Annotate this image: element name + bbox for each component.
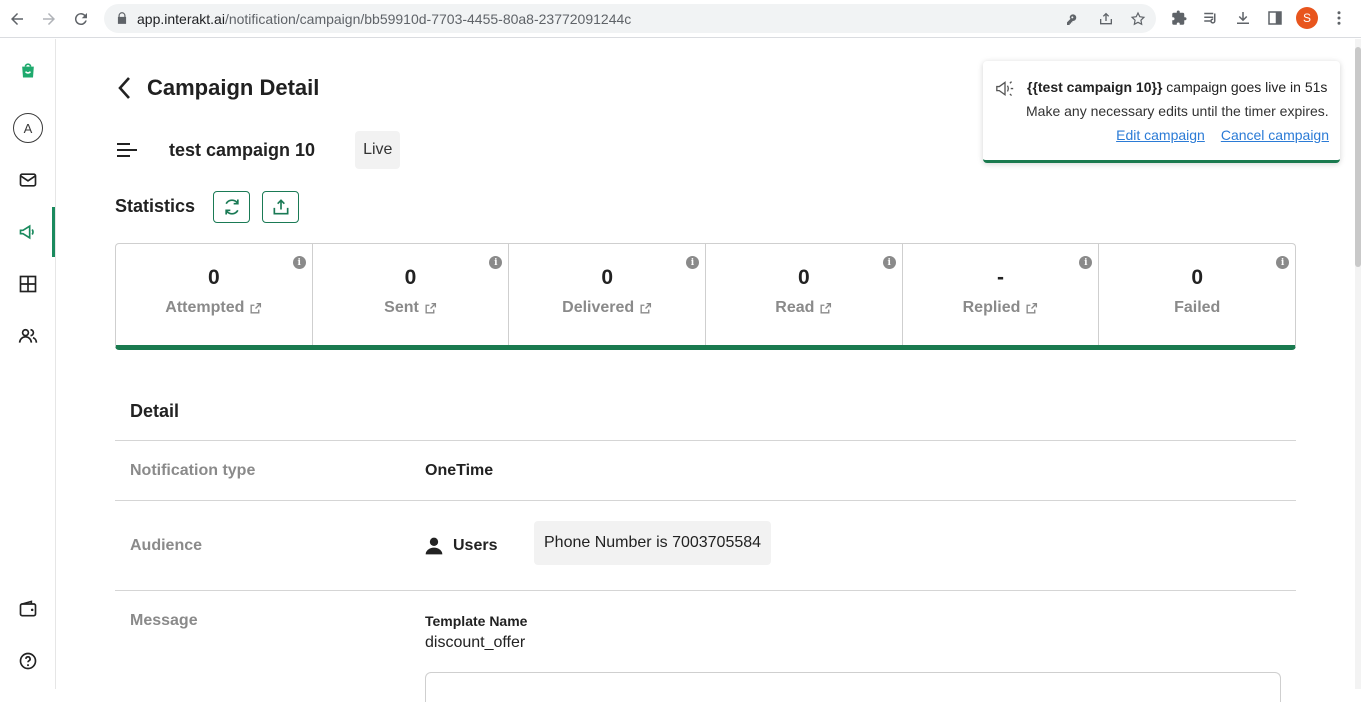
external-link-icon: [820, 302, 832, 314]
external-link-icon: [640, 302, 652, 314]
page-title: Campaign Detail: [147, 75, 320, 100]
megaphone-icon: [996, 81, 1014, 97]
audience-label: Audience: [130, 537, 203, 554]
info-icon[interactable]: i: [292, 256, 306, 269]
template-preview: [425, 672, 1281, 702]
statistics-title: Statistics: [115, 196, 196, 216]
sidebar-item-campaigns[interactable]: [0, 212, 56, 252]
refresh-button[interactable]: [213, 190, 251, 223]
back-arrow-icon[interactable]: [6, 8, 28, 30]
sidebar-item-wallet[interactable]: [0, 589, 56, 629]
reload-icon[interactable]: [70, 8, 92, 30]
template-name-label: Template Name: [425, 613, 528, 629]
browser-toolbar: app.interakt.ai/notification/campaign/bb…: [0, 0, 1361, 38]
sidebar-item-help[interactable]: [0, 641, 56, 681]
divider: [115, 500, 1296, 501]
menu-icon[interactable]: [115, 138, 139, 162]
stat-delivered[interactable]: i 0 Delivered: [509, 244, 707, 345]
stat-read[interactable]: i 0 Read: [706, 244, 903, 345]
megaphone-icon: [19, 224, 34, 240]
share-icon[interactable]: [1098, 11, 1114, 27]
detail-heading: Detail: [130, 401, 180, 421]
sidebar-item-catalog[interactable]: [0, 264, 56, 304]
stat-label: Read: [775, 299, 832, 317]
stat-value: -: [997, 266, 1005, 289]
stat-value: 0: [207, 266, 220, 289]
avatar: A: [13, 113, 43, 143]
info-icon[interactable]: i: [882, 256, 896, 269]
lock-icon: [117, 12, 127, 24]
template-name-value: discount_offer: [425, 634, 526, 651]
sidebar-item-account[interactable]: A: [0, 108, 56, 148]
stat-label: Failed: [1174, 299, 1221, 316]
statistics-header: Statistics: [115, 190, 311, 223]
mail-icon: [19, 173, 37, 187]
campaign-info: test campaign 10 Live: [115, 130, 401, 170]
sidebar-item-users[interactable]: [0, 316, 56, 356]
notification-type-value: OneTime: [425, 462, 494, 479]
external-link-icon: [250, 302, 262, 314]
address-bar[interactable]: app.interakt.ai/notification/campaign/bb…: [104, 4, 1156, 33]
external-link-icon: [1026, 302, 1038, 314]
stat-label: Replied: [963, 299, 1039, 317]
toast-message: {{test campaign 10}} campaign goes live …: [1027, 79, 1328, 95]
stat-label: Delivered: [562, 299, 652, 317]
message-label: Message: [130, 612, 198, 629]
stat-attempted[interactable]: i 0 Attempted: [116, 244, 313, 345]
export-button[interactable]: [262, 190, 300, 223]
grid-icon: [19, 275, 37, 293]
refresh-icon: [224, 198, 239, 215]
campaign-name: test campaign 10: [169, 139, 316, 160]
stat-replied[interactable]: i - Replied: [903, 244, 1100, 345]
user-icon: [425, 537, 443, 555]
cancel-campaign-link[interactable]: Cancel campaign: [1221, 127, 1329, 143]
divider: [115, 440, 1296, 441]
scrollbar-thumb[interactable]: [1355, 47, 1361, 267]
stat-value: 0: [404, 266, 417, 289]
sidebar-item-inbox[interactable]: [0, 160, 56, 200]
divider: [115, 590, 1296, 591]
more-menu-icon[interactable]: [1330, 9, 1348, 27]
help-icon: [19, 652, 37, 670]
stat-label: Attempted: [165, 299, 262, 317]
wallet-icon: [19, 600, 37, 617]
sidebar: A: [0, 39, 56, 689]
star-icon[interactable]: [1130, 11, 1146, 27]
edit-campaign-link[interactable]: Edit campaign: [1116, 127, 1205, 143]
forward-arrow-icon[interactable]: [38, 8, 60, 30]
logo-icon: [22, 63, 34, 78]
page-header: Campaign Detail: [115, 75, 319, 101]
info-icon[interactable]: i: [1276, 256, 1290, 269]
key-icon[interactable]: [1065, 11, 1081, 27]
extensions-icon[interactable]: [1170, 9, 1188, 27]
stat-label: Sent: [384, 299, 437, 317]
stat-failed: i 0 Failed: [1099, 244, 1295, 345]
stat-value: 0: [798, 266, 810, 289]
status-badge: Live: [355, 131, 401, 169]
scrollbar[interactable]: [1355, 39, 1361, 689]
chevron-left-icon[interactable]: [115, 75, 135, 101]
stat-value: 0: [1191, 266, 1204, 289]
media-control-icon[interactable]: [1202, 9, 1220, 27]
info-icon[interactable]: i: [686, 256, 700, 269]
url-text: app.interakt.ai/notification/campaign/bb…: [137, 11, 632, 27]
toast-submessage: Make any necessary edits until the timer…: [1026, 103, 1329, 119]
side-panel-icon[interactable]: [1266, 9, 1284, 27]
sidebar-active-indicator: [52, 207, 55, 257]
campaign-live-toast: {{test campaign 10}} campaign goes live …: [983, 61, 1340, 163]
external-link-icon: [425, 302, 436, 314]
notification-type-label: Notification type: [130, 462, 256, 479]
sidebar-logo[interactable]: [0, 50, 56, 90]
statistics-card: i 0 Attempted i 0 Sent i 0 Delivered i 0…: [115, 243, 1296, 350]
upload-icon: [273, 198, 289, 214]
stat-value: 0: [601, 266, 614, 289]
profile-avatar[interactable]: S: [1296, 7, 1318, 29]
download-icon[interactable]: [1234, 9, 1252, 27]
audience-filter-chip: Phone Number is 7003705584: [534, 521, 772, 565]
audience-type: Users: [424, 536, 497, 556]
users-icon: [18, 328, 38, 343]
toast-actions: Edit campaign Cancel campaign: [1116, 127, 1329, 143]
stat-sent[interactable]: i 0 Sent: [313, 244, 510, 345]
